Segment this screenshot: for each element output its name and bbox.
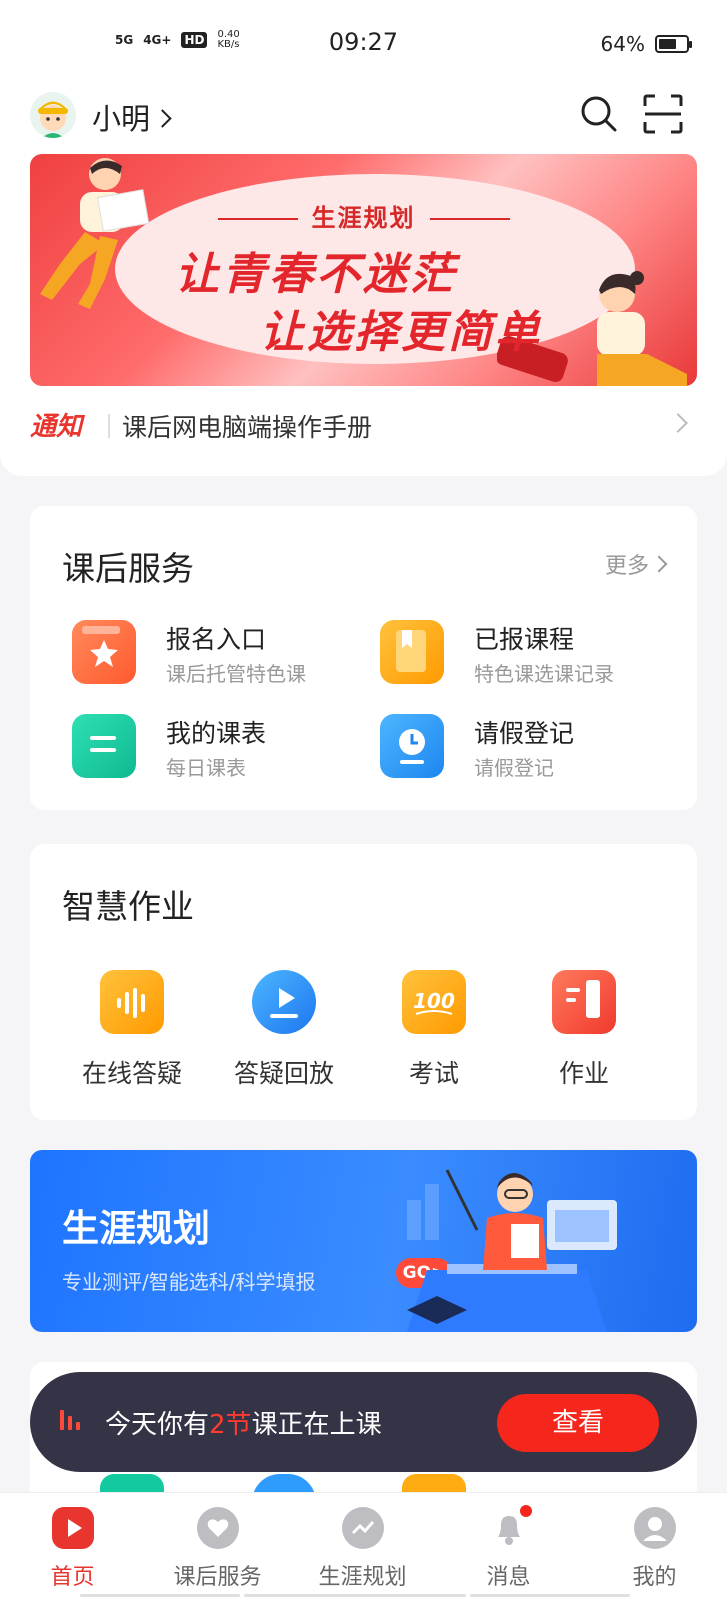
tab-after-school[interactable]: 课后服务 — [145, 1507, 290, 1591]
my-timetable-item[interactable]: 我的课表 每日课表 — [72, 714, 362, 784]
tab-mine-label: 我的 — [632, 1565, 677, 1590]
avatar-boy-icon — [38, 101, 68, 138]
career-subtitle: 专业测评/智能选科/科学填报 — [62, 1270, 316, 1294]
tab-mine[interactable]: 我的 — [582, 1507, 727, 1591]
leave-registration-title: 请假登记 — [474, 719, 575, 748]
home-play-icon — [51, 1507, 94, 1549]
smart-homework-card: 智慧作业 在线答疑 答疑回放 100 考试 作业 — [30, 844, 697, 1120]
gesture-indicator — [244, 1594, 466, 1597]
tab-after-school-label: 课后服务 — [173, 1565, 262, 1590]
banner-subtitle: 生涯规划 — [30, 198, 697, 233]
my-timetable-subtitle: 每日课表 — [166, 756, 246, 780]
live-bars-icon — [60, 1410, 80, 1430]
career-banner[interactable]: 生涯规划 让青春不迷茫 让选择更简单 — [30, 154, 697, 386]
enrolled-courses-title: 已报课程 — [474, 625, 575, 654]
user-name: 小明 — [92, 102, 151, 136]
user-icon — [633, 1507, 676, 1549]
trend-icon — [341, 1507, 384, 1549]
user-bar: 小明 — [30, 88, 697, 158]
notice-divider — [108, 414, 110, 438]
score-100-icon: 100 — [402, 970, 466, 1034]
online-qa-label: 在线答疑 — [81, 1059, 182, 1088]
after-school-title: 课后服务 — [62, 549, 194, 588]
smart-homework-title: 智慧作业 — [62, 887, 194, 926]
battery-fill — [659, 39, 676, 49]
tab-messages-label: 消息 — [486, 1565, 531, 1590]
star-badge-icon — [72, 620, 136, 684]
clock-icon — [380, 714, 444, 778]
signup-entry-item[interactable]: 报名入口 课后托管特色课 — [72, 620, 362, 690]
exam-item[interactable]: 100 考试 — [364, 970, 504, 1090]
bookmark-book-icon — [380, 620, 444, 684]
career-title: 生涯规划 — [62, 1207, 210, 1250]
tab-home-label: 首页 — [50, 1565, 95, 1590]
notice-tag: 通知 — [30, 412, 83, 442]
enrolled-courses-subtitle: 特色课选课记录 — [474, 662, 614, 686]
qa-replay-item[interactable]: 答疑回放 — [214, 970, 354, 1090]
bell-icon — [488, 1503, 534, 1549]
battery-status: 64% — [600, 32, 692, 56]
signup-entry-title: 报名入口 — [166, 625, 267, 654]
tab-career-label: 生涯规划 — [318, 1565, 407, 1590]
class-reminder-bar: 今天你有2节课正在上课 查看 — [30, 1372, 697, 1472]
leave-registration-subtitle: 请假登记 — [474, 756, 554, 780]
search-icon — [581, 96, 617, 132]
leave-registration-item[interactable]: 请假登记 请假登记 — [380, 714, 670, 784]
battery-percent: 64% — [600, 32, 645, 56]
my-timetable-title: 我的课表 — [166, 719, 267, 748]
chevron-right-icon — [668, 413, 688, 433]
svg-text:100: 100 — [413, 989, 455, 1013]
heart-icon — [196, 1507, 239, 1549]
scan-button[interactable] — [641, 92, 685, 136]
banner-headline-1: 让青春不迷茫 — [175, 249, 457, 300]
book-icon — [552, 970, 616, 1034]
reminder-count: 2节 — [209, 1410, 252, 1440]
signup-entry-subtitle: 课后托管特色课 — [166, 662, 306, 686]
reminder-prefix: 今天你有 — [105, 1410, 210, 1440]
enrolled-courses-item[interactable]: 已报课程 特色课选课记录 — [380, 620, 670, 690]
homework-item[interactable]: 作业 — [514, 970, 654, 1090]
bottom-tab-bar: 首页 课后服务 生涯规划 消息 我的 — [0, 1492, 727, 1601]
reminder-suffix: 课正在上课 — [251, 1410, 382, 1440]
exam-label: 考试 — [408, 1059, 459, 1088]
search-button[interactable] — [577, 92, 621, 136]
chevron-right-icon — [153, 109, 172, 128]
tab-messages[interactable]: 消息 — [436, 1503, 581, 1591]
after-school-card: 课后服务 更多 报名入口 课后托管特色课 已报课程 特色课选课记录 我的课表 每… — [30, 506, 697, 810]
more-link[interactable]: 更多 — [604, 548, 668, 580]
qa-replay-label: 答疑回放 — [233, 1059, 334, 1088]
teacher-illustration — [407, 1169, 617, 1332]
avatar[interactable] — [30, 92, 76, 138]
career-planning-banner[interactable]: 生涯规划 专业测评/智能选科/科学填报 GO> — [30, 1150, 697, 1332]
notice-text: 课后网电脑端操作手册 — [122, 413, 373, 442]
play-icon — [252, 970, 316, 1034]
timetable-icon — [72, 714, 136, 778]
tab-career[interactable]: 生涯规划 — [290, 1507, 435, 1591]
more-label: 更多 — [604, 554, 649, 579]
voice-icon — [100, 970, 164, 1034]
notice-bar[interactable]: 通知 课后网电脑端操作手册 — [30, 404, 697, 448]
chevron-right-icon — [650, 555, 668, 573]
scan-icon — [643, 94, 683, 134]
view-class-button[interactable]: 查看 — [497, 1394, 659, 1452]
class-reminder-text: 今天你有2节课正在上课 — [105, 1404, 382, 1441]
online-qa-item[interactable]: 在线答疑 — [62, 970, 202, 1090]
unread-dot — [517, 1503, 534, 1519]
banner-headline-2: 让选择更简单 — [260, 307, 542, 358]
status-bar: 5G 4G+ HD 0.40 KB/s 09:27 64% — [0, 0, 727, 88]
user-name-link[interactable]: 小明 — [92, 96, 172, 138]
homework-label: 作业 — [558, 1059, 609, 1088]
tab-home[interactable]: 首页 — [0, 1507, 145, 1591]
reading-boy-illustration — [40, 158, 150, 309]
battery-icon — [655, 35, 692, 53]
gesture-indicator — [470, 1594, 630, 1597]
top-section: 小明 生涯规划 让青春不迷茫 让选择更简单 通知 课后网电脑端操作手册 — [0, 88, 727, 476]
gesture-indicator — [80, 1594, 240, 1597]
